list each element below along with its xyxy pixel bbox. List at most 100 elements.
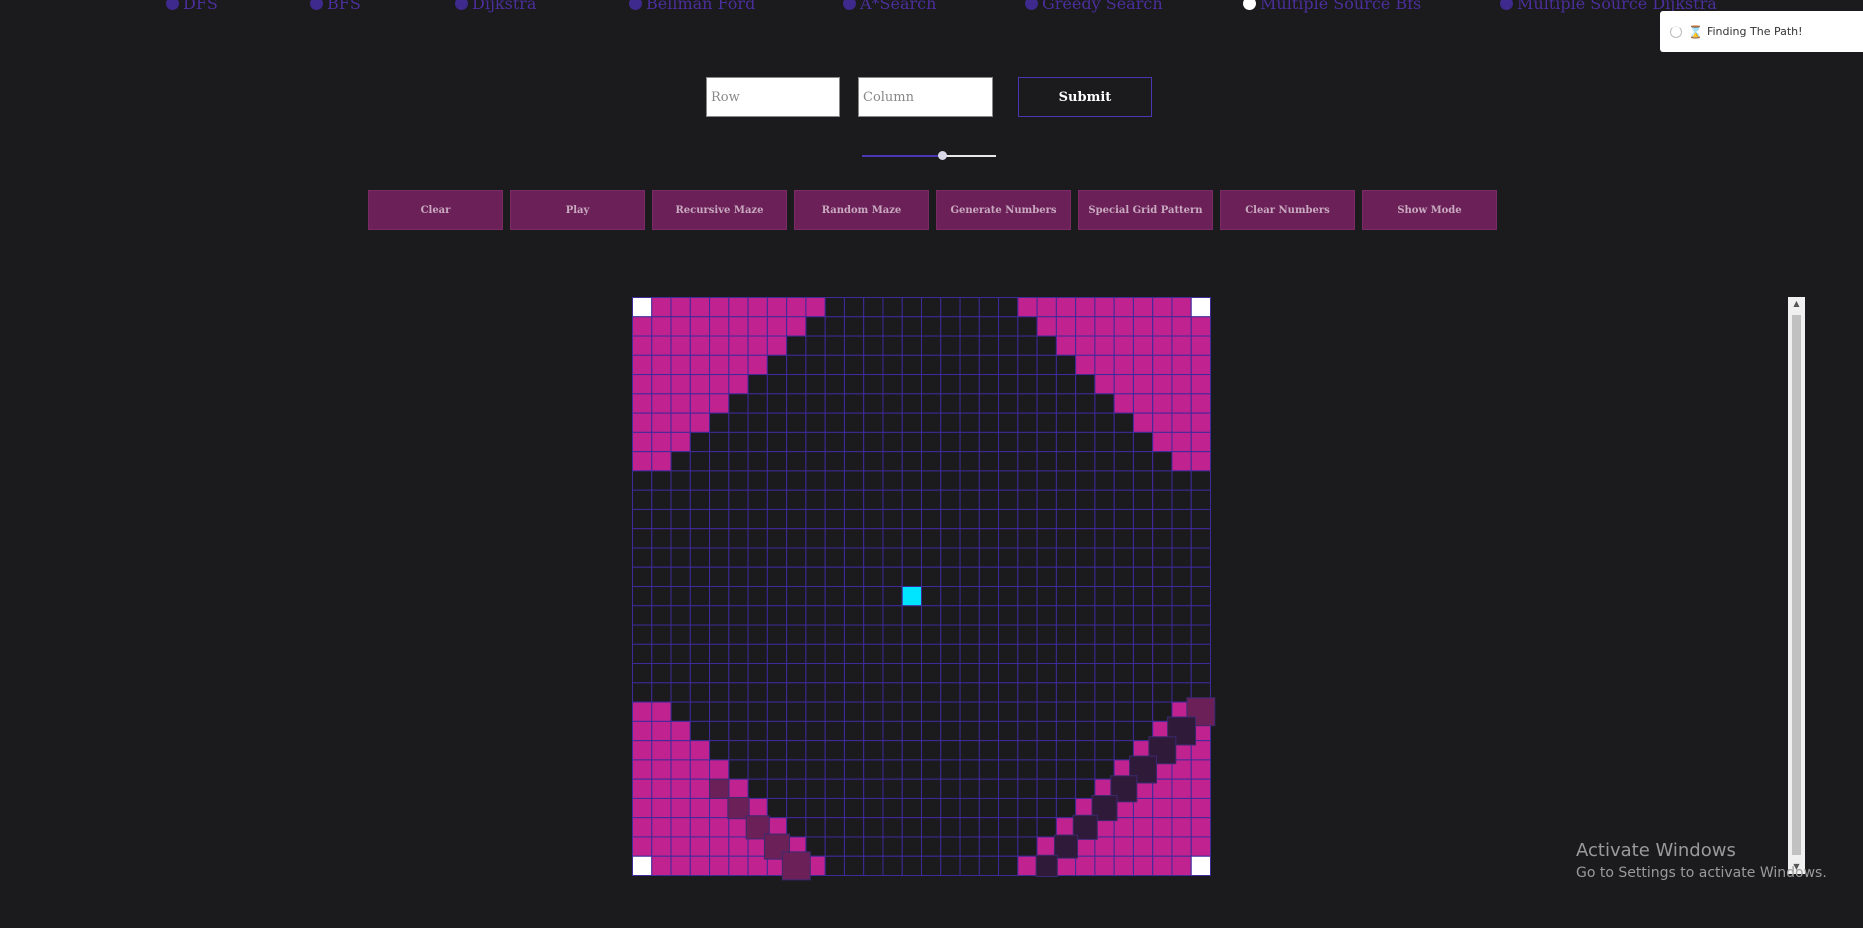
- wall-cell[interactable]: [1055, 297, 1077, 318]
- grid-cell[interactable]: [1017, 374, 1038, 395]
- grid-cell[interactable]: [1036, 682, 1057, 703]
- grid-cell[interactable]: [805, 778, 826, 799]
- grid-cell[interactable]: [921, 528, 942, 549]
- grid-cell[interactable]: [998, 489, 1019, 510]
- grid-cell[interactable]: [921, 624, 942, 645]
- grid-cell[interactable]: [805, 643, 826, 665]
- grid-cell[interactable]: [670, 566, 691, 588]
- grid-cell[interactable]: [959, 393, 980, 414]
- grid-cell[interactable]: [1171, 489, 1192, 510]
- grid-cell[interactable]: [882, 393, 903, 414]
- grid-cell[interactable]: [709, 643, 730, 665]
- wall-cell[interactable]: [747, 335, 768, 356]
- vertical-scrollbar[interactable]: ▲ ▼: [1788, 297, 1805, 874]
- wall-cell[interactable]: [1075, 316, 1096, 337]
- wall-cell[interactable]: [1190, 817, 1212, 838]
- wall-cell[interactable]: [632, 797, 653, 819]
- grid-cell[interactable]: [805, 586, 826, 607]
- grid-cell[interactable]: [1036, 643, 1057, 665]
- wall-cell[interactable]: [651, 701, 672, 722]
- wall-cell[interactable]: [651, 759, 672, 780]
- grid-cell[interactable]: [728, 566, 749, 588]
- wall-cell[interactable]: [632, 316, 653, 337]
- grid-cell[interactable]: [1190, 643, 1212, 665]
- grid-cell[interactable]: [824, 682, 845, 703]
- wall-cell[interactable]: [1152, 855, 1173, 877]
- grid-cell[interactable]: [766, 528, 788, 549]
- wall-cell[interactable]: [632, 836, 653, 857]
- grid-cell[interactable]: [901, 547, 923, 568]
- grid-cell[interactable]: [882, 817, 903, 838]
- wall-cell[interactable]: [670, 759, 691, 780]
- wall-cell[interactable]: [689, 335, 711, 356]
- grid-cell[interactable]: [901, 354, 923, 376]
- grid-cell[interactable]: [1132, 470, 1154, 491]
- grid-cell[interactable]: [940, 335, 961, 356]
- grid-cell[interactable]: [901, 663, 923, 684]
- grid-cell[interactable]: [632, 663, 653, 684]
- grid-cell[interactable]: [1152, 605, 1173, 626]
- grid-cell[interactable]: [824, 528, 845, 549]
- grid-cell[interactable]: [1075, 720, 1096, 742]
- grid-cell[interactable]: [978, 528, 1000, 549]
- wall-cell[interactable]: [689, 354, 711, 376]
- grid-cell[interactable]: [843, 354, 865, 376]
- wall-cell[interactable]: [728, 836, 749, 857]
- grid-cell[interactable]: [863, 508, 884, 530]
- grid-cell[interactable]: [824, 797, 845, 819]
- grid-cell[interactable]: [805, 740, 826, 761]
- grid-cell[interactable]: [805, 374, 826, 395]
- grid-cell[interactable]: [882, 682, 903, 703]
- wall-cell[interactable]: [1113, 316, 1134, 337]
- wall-cell[interactable]: [1171, 431, 1192, 453]
- wall-cell[interactable]: [1075, 297, 1096, 318]
- grid-cell[interactable]: [978, 470, 1000, 491]
- grid-cell[interactable]: [940, 605, 961, 626]
- grid-cell[interactable]: [863, 663, 884, 684]
- wall-cell[interactable]: [632, 393, 653, 414]
- grid-cell[interactable]: [747, 374, 768, 395]
- grid-cell[interactable]: [940, 643, 961, 665]
- grid-cell[interactable]: [824, 566, 845, 588]
- wall-cell[interactable]: [1171, 335, 1192, 356]
- grid-cell[interactable]: [959, 720, 980, 742]
- grid-cell[interactable]: [959, 797, 980, 819]
- grid-cell[interactable]: [1075, 586, 1096, 607]
- grid-cell[interactable]: [824, 489, 845, 510]
- wall-cell[interactable]: [1132, 374, 1154, 395]
- wall-cell[interactable]: [670, 817, 691, 838]
- wall-cell[interactable]: [1190, 412, 1212, 433]
- grid-cell[interactable]: [901, 451, 923, 472]
- grid-cell[interactable]: [1171, 586, 1192, 607]
- grid-cell[interactable]: [786, 470, 807, 491]
- grid-cell[interactable]: [747, 451, 768, 472]
- grid-cell[interactable]: [921, 740, 942, 761]
- grid-cell[interactable]: [1036, 374, 1057, 395]
- wall-cell[interactable]: [1152, 412, 1173, 433]
- grid-cell[interactable]: [901, 393, 923, 414]
- grid-cell[interactable]: [1113, 470, 1134, 491]
- grid-cell[interactable]: [709, 412, 730, 433]
- grid-cell[interactable]: [1017, 817, 1038, 838]
- grid-cell[interactable]: [978, 836, 1000, 857]
- grid-cell[interactable]: [728, 508, 749, 530]
- grid-cell[interactable]: [632, 643, 653, 665]
- grid-cell[interactable]: [863, 836, 884, 857]
- wall-cell[interactable]: [689, 855, 711, 877]
- grid-cell[interactable]: [882, 855, 903, 877]
- grid-cell[interactable]: [998, 663, 1019, 684]
- grid-cell[interactable]: [670, 586, 691, 607]
- wall-cell[interactable]: [670, 335, 691, 356]
- grid-cell[interactable]: [978, 682, 1000, 703]
- grid-cell[interactable]: [805, 797, 826, 819]
- grid-cell[interactable]: [1094, 701, 1115, 722]
- grid-cell[interactable]: [1055, 759, 1077, 780]
- grid-cell[interactable]: [1036, 586, 1057, 607]
- wall-cell[interactable]: [709, 354, 730, 376]
- grid-cell[interactable]: [689, 566, 711, 588]
- grid-cell[interactable]: [863, 470, 884, 491]
- grid-cell[interactable]: [1036, 778, 1057, 799]
- wall-cell[interactable]: [786, 316, 807, 337]
- grid-cell[interactable]: [843, 528, 865, 549]
- grid-cell[interactable]: [670, 605, 691, 626]
